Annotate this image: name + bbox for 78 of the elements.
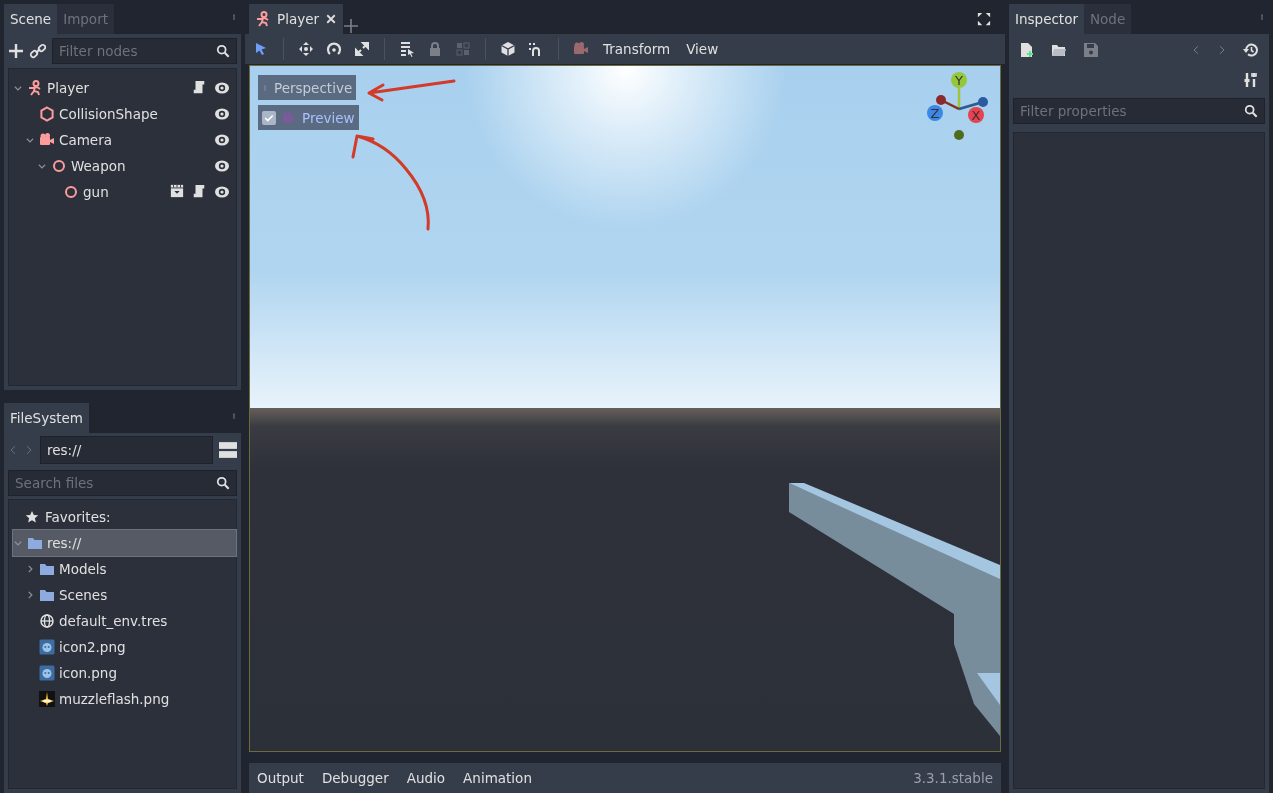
camera-icon — [282, 110, 296, 125]
circle-icon — [63, 184, 79, 200]
panel-tab[interactable]: Scene — [4, 4, 58, 34]
filter-properties-field[interactable]: Filter properties — [1013, 98, 1265, 124]
folder-icon — [39, 561, 55, 577]
path-field[interactable]: res:// — [40, 436, 213, 464]
eye-icon[interactable] — [214, 184, 230, 200]
tools-icon[interactable] — [1243, 72, 1259, 88]
fullscreen-icon[interactable] — [977, 12, 991, 26]
filter-nodes-field[interactable]: Filter nodes — [52, 38, 237, 64]
script-icon[interactable] — [192, 184, 206, 198]
menu-button[interactable]: Transform — [601, 41, 673, 58]
running-figure-icon — [255, 11, 271, 27]
camera-icon — [39, 132, 55, 148]
search-icon — [216, 44, 230, 58]
image-thumbnail-icon — [39, 639, 55, 655]
search-files-field[interactable]: Search files — [8, 470, 237, 496]
checkmark-icon — [264, 112, 274, 123]
add-icon[interactable] — [8, 43, 24, 59]
history-icon[interactable] — [1243, 42, 1259, 58]
panel-tab[interactable]: Player — [249, 4, 343, 34]
bottom-panel-tab[interactable]: Audio — [406, 770, 446, 787]
globe-icon — [39, 613, 55, 629]
move-cross-icon[interactable] — [298, 41, 314, 58]
bottom-panel-tab[interactable]: Animation — [463, 770, 532, 787]
flash-thumbnail-icon — [39, 691, 55, 707]
search-icon — [216, 476, 230, 490]
node-name[interactable]: Weapon — [71, 158, 210, 174]
file-name[interactable]: muzzleflash.png — [59, 691, 230, 707]
axis-label: Z — [930, 106, 940, 122]
back-icon[interactable] — [1191, 43, 1201, 57]
list-pointer-icon[interactable] — [399, 41, 415, 58]
node-name[interactable]: Camera — [59, 132, 210, 148]
axis-label: X — [971, 108, 981, 124]
add-tab-icon[interactable] — [343, 18, 359, 34]
cube-icon[interactable] — [500, 41, 516, 58]
bottom-panel-tab[interactable]: Debugger — [321, 770, 389, 787]
axis-label: Y — [955, 73, 963, 89]
new-resource-icon[interactable] — [1019, 42, 1035, 58]
bottom-panel-tab[interactable]: Output — [257, 770, 304, 787]
menu-button[interactable]: View — [684, 41, 721, 58]
favorites-label[interactable]: Favorites: — [45, 509, 111, 525]
close-icon[interactable] — [325, 13, 337, 25]
file-name[interactable]: icon2.png — [59, 639, 230, 655]
axis-gizmo[interactable] — [927, 72, 988, 141]
forward-icon[interactable] — [1217, 43, 1227, 57]
eye-icon[interactable] — [214, 80, 230, 96]
folder-icon — [39, 587, 55, 603]
node-name[interactable]: CollisionShape — [59, 106, 210, 122]
eye-icon[interactable] — [214, 106, 230, 122]
eye-icon[interactable] — [214, 158, 230, 174]
image-thumbnail-icon — [39, 665, 55, 681]
scale-arrows-icon[interactable] — [354, 41, 370, 58]
link-icon[interactable] — [30, 43, 46, 59]
file-name[interactable]: icon.png — [59, 665, 230, 681]
rotate-icon[interactable] — [326, 41, 342, 58]
search-icon — [1244, 104, 1258, 118]
file-name[interactable]: default_env.tres — [59, 613, 230, 629]
folder-icon — [27, 535, 43, 551]
panel-tab[interactable]: FileSystem — [4, 403, 89, 433]
running-figure-icon — [27, 80, 43, 96]
hexagon-icon — [39, 106, 55, 122]
node-name[interactable]: Player — [47, 80, 188, 96]
checkbox[interactable] — [262, 110, 276, 125]
file-name[interactable]: Models — [59, 561, 230, 577]
version-label: 3.3.1.stable — [913, 770, 993, 787]
open-folder-icon[interactable] — [1051, 42, 1067, 58]
clapperboard-icon[interactable] — [170, 184, 184, 198]
panel-tab[interactable]: Inspector — [1009, 4, 1084, 34]
node-name[interactable]: gun — [83, 184, 166, 200]
eye-icon[interactable] — [214, 132, 230, 148]
file-name[interactable]: Scenes — [59, 587, 230, 603]
split-view-icon[interactable] — [219, 441, 237, 459]
save-icon[interactable] — [1083, 42, 1099, 58]
3d-viewport[interactable]: Y Z X Perspective Preview — [249, 65, 1001, 753]
star-icon — [25, 510, 39, 524]
circle-icon — [51, 158, 67, 174]
script-icon[interactable] — [192, 80, 206, 94]
